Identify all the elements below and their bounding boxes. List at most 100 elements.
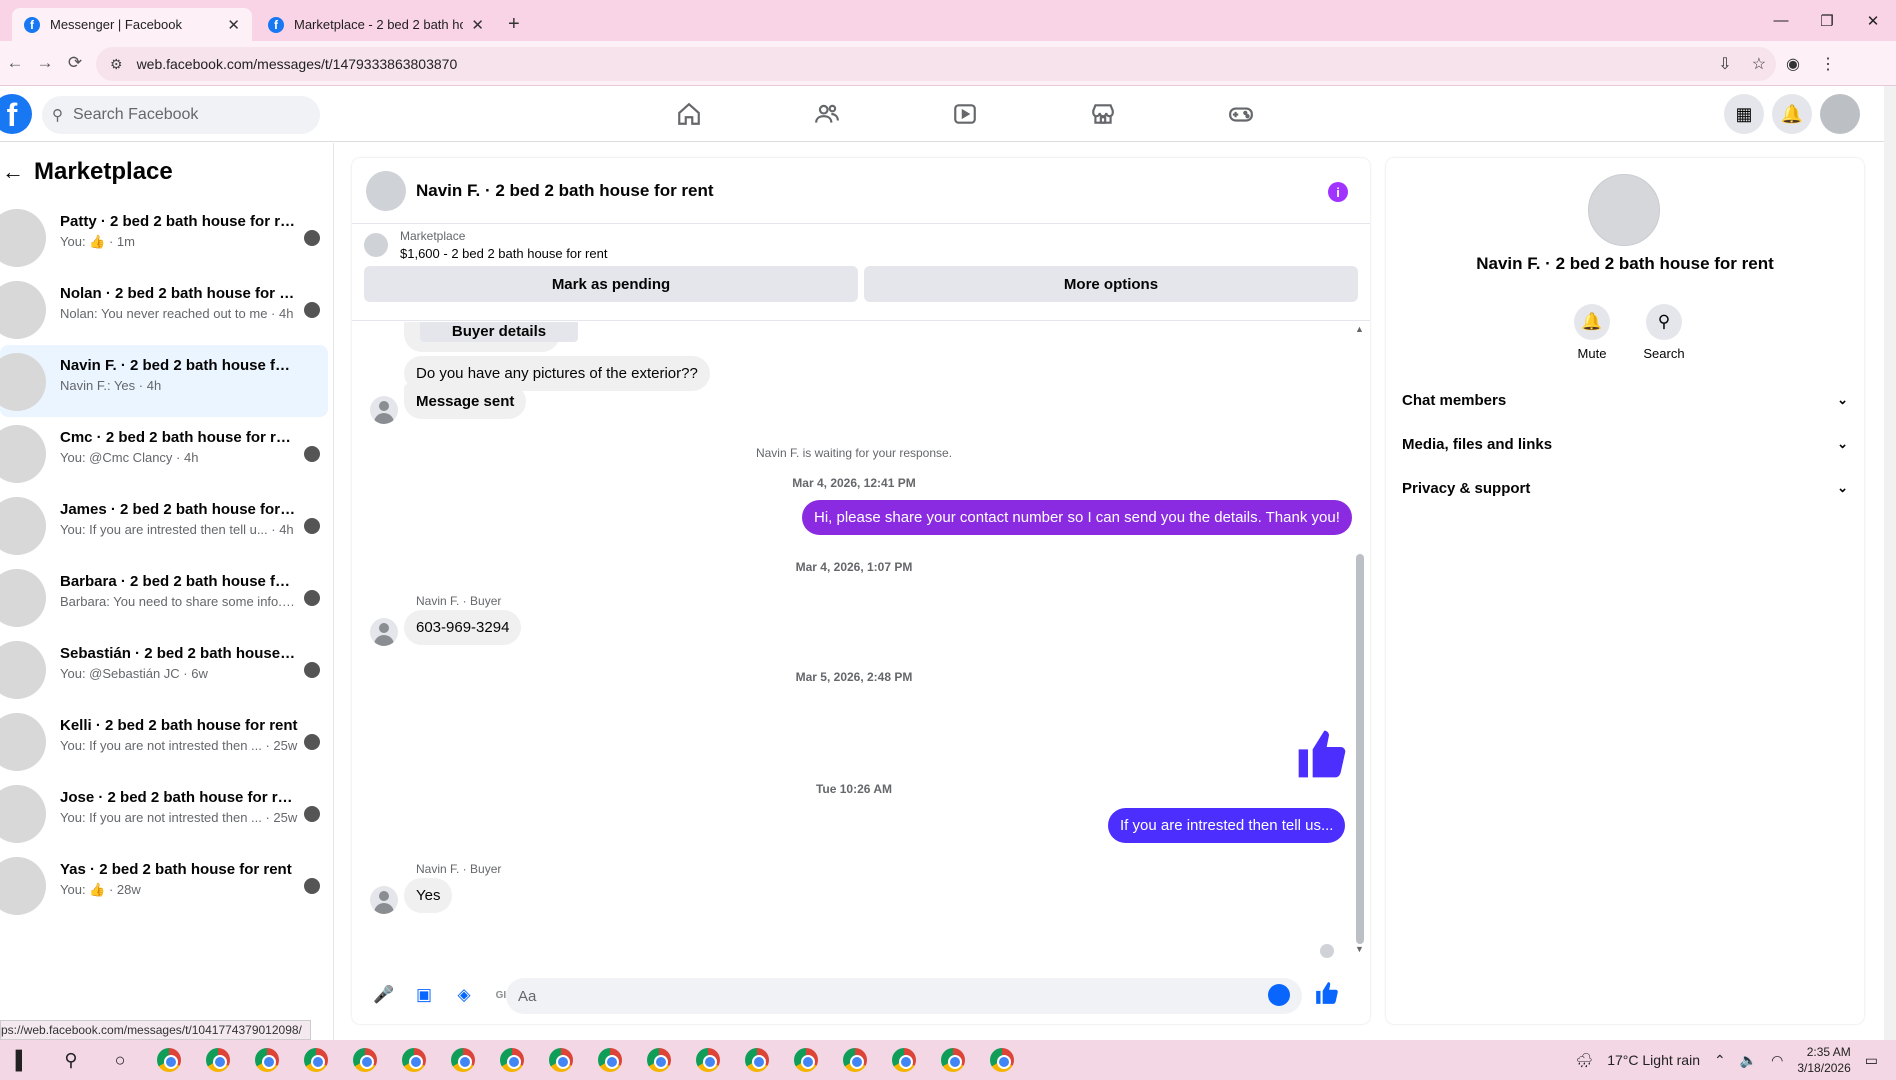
nav-marketplace-icon[interactable] — [1034, 86, 1172, 142]
facebook-logo-icon[interactable]: f — [0, 94, 32, 134]
back-arrow-icon[interactable]: ← — [0, 159, 24, 185]
weather-icon[interactable]: 🌧 — [1575, 1052, 1593, 1069]
buyer-details-button[interactable]: Buyer details — [420, 322, 578, 342]
chrome-taskbar-icon[interactable] — [643, 1044, 675, 1076]
photo-icon[interactable]: ▣ — [406, 977, 442, 1013]
weather-text[interactable]: 17°C Light rain — [1607, 1052, 1700, 1068]
chrome-taskbar-icon[interactable] — [692, 1044, 724, 1076]
chrome-taskbar-icon[interactable] — [251, 1044, 283, 1076]
wifi-icon[interactable]: ◠ — [1771, 1052, 1783, 1069]
conversation-item[interactable]: James · 2 bed 2 bath house for r... You: … — [0, 489, 328, 561]
chrome-taskbar-icon[interactable] — [839, 1044, 871, 1076]
back-arrow-icon[interactable]: ← — [0, 53, 30, 73]
chrome-taskbar-icon[interactable] — [153, 1044, 185, 1076]
conversation-texts: Cmc · 2 bed 2 bath house for rent You: @C… — [60, 429, 300, 465]
media-files-links-section[interactable]: Media, files and links ⌄ — [1402, 426, 1848, 462]
conversation-info-panel: Navin F. · 2 bed 2 bath house for rent 🔔… — [1386, 158, 1864, 1024]
nav-video-icon[interactable] — [896, 86, 1034, 142]
menu-grid-icon[interactable]: ▦ — [1724, 94, 1764, 134]
avatar — [370, 618, 398, 646]
scroll-down-icon[interactable]: ▼ — [1355, 944, 1364, 954]
message-thread[interactable]: Buyer details Do you have any pictures o… — [352, 322, 1356, 962]
tab-marketplace[interactable]: f Marketplace - 2 bed 2 bath hou ✕ — [256, 8, 496, 41]
mute-button[interactable]: 🔔 Mute — [1570, 304, 1614, 361]
chrome-taskbar-icon[interactable] — [741, 1044, 773, 1076]
chrome-taskbar-icon[interactable] — [349, 1044, 381, 1076]
conversation-item[interactable]: Kelli · 2 bed 2 bath house for rent You: … — [0, 705, 328, 777]
message-sent-bubble[interactable]: Message sent — [404, 384, 527, 419]
minimize-icon[interactable]: — — [1758, 12, 1804, 29]
tab-messenger[interactable]: f Messenger | Facebook ✕ — [12, 8, 252, 41]
site-info-icon[interactable]: ⚙ — [110, 56, 123, 73]
facebook-search-input[interactable]: ⚲ Search Facebook — [42, 96, 320, 134]
mark-as-pending-button[interactable]: Mark as pending — [364, 266, 858, 302]
chrome-taskbar-icon[interactable] — [496, 1044, 528, 1076]
section-label: Chat members — [1402, 391, 1507, 409]
close-tab-icon[interactable]: ✕ — [471, 16, 484, 34]
more-options-button[interactable]: More options — [864, 266, 1358, 302]
close-tab-icon[interactable]: ✕ — [227, 16, 240, 34]
chat-scrollbar[interactable]: ▲ ▼ — [1355, 324, 1364, 954]
page-scrollbar[interactable] — [1884, 86, 1896, 1040]
conversation-item[interactable]: Cmc · 2 bed 2 bath house for rent You: @C… — [0, 417, 328, 489]
chat-members-section[interactable]: Chat members ⌄ — [1402, 382, 1848, 418]
nav-home-icon[interactable] — [620, 86, 758, 142]
new-tab-icon[interactable]: + — [508, 8, 520, 41]
emoji-icon[interactable] — [1268, 984, 1290, 1006]
send-like-icon[interactable] — [1314, 980, 1340, 1006]
chrome-taskbar-icon[interactable] — [888, 1044, 920, 1076]
chrome-taskbar-icon[interactable] — [545, 1044, 577, 1076]
search-button[interactable]: ⚲ Search — [1642, 304, 1686, 361]
maximize-icon[interactable]: ❐ — [1804, 12, 1850, 30]
avatar[interactable] — [366, 170, 406, 211]
message-bubble-outgoing[interactable]: Hi, please share your contact number so … — [802, 500, 1352, 535]
info-icon[interactable]: i — [1328, 182, 1348, 202]
nav-gaming-icon[interactable] — [1172, 86, 1310, 142]
search-icon[interactable]: ⚲ — [55, 1044, 87, 1076]
conversation-item[interactable]: Yas · 2 bed 2 bath house for rent You: 👍 … — [0, 849, 328, 921]
message-bubble-incoming[interactable]: Yes — [404, 878, 453, 913]
chrome-taskbar-icon[interactable] — [986, 1044, 1018, 1076]
url-field[interactable]: ⚙ web.facebook.com/messages/t/1479333863… — [96, 47, 1776, 81]
chrome-taskbar-icon[interactable] — [202, 1044, 234, 1076]
microphone-icon[interactable]: 🎤 — [366, 977, 402, 1013]
chrome-taskbar-icon[interactable] — [447, 1044, 479, 1076]
account-avatar[interactable] — [1820, 94, 1860, 134]
chrome-taskbar-icon[interactable] — [398, 1044, 430, 1076]
conversation-item[interactable]: Nolan · 2 bed 2 bath house for rent Nolan… — [0, 273, 328, 345]
notifications-bell-icon[interactable]: 🔔 — [1772, 94, 1812, 134]
scrollbar-thumb[interactable] — [1356, 554, 1364, 944]
conversation-item[interactable]: Jose · 2 bed 2 bath house for rent You: I… — [0, 777, 328, 849]
conversation-item[interactable]: Sebastián · 2 bed 2 bath house f... You: … — [0, 633, 328, 705]
search-placeholder: Search Facebook — [73, 106, 199, 123]
chevron-up-icon[interactable]: ⌃ — [1714, 1052, 1726, 1069]
reload-icon[interactable]: ⟳ — [60, 53, 90, 73]
chat-title[interactable]: Navin F. · 2 bed 2 bath house for rent — [416, 181, 714, 201]
bookmark-star-icon[interactable]: ☆ — [1752, 54, 1766, 74]
volume-icon[interactable]: 🔈 — [1740, 1052, 1757, 1069]
conversation-item[interactable]: Patty · 2 bed 2 bath house for re... You:… — [0, 201, 328, 273]
window-close-icon[interactable]: ✕ — [1850, 12, 1896, 30]
chrome-taskbar-icon[interactable] — [790, 1044, 822, 1076]
conversation-item[interactable]: Barbara · 2 bed 2 bath house for r... Bar… — [0, 561, 328, 633]
forward-arrow-icon[interactable]: → — [30, 53, 60, 73]
install-app-icon[interactable]: ⇩ — [1718, 54, 1731, 74]
privacy-support-section[interactable]: Privacy & support ⌄ — [1402, 470, 1848, 506]
scroll-up-icon[interactable]: ▲ — [1355, 324, 1364, 334]
sticker-icon[interactable]: ◈ — [446, 977, 482, 1013]
kebab-menu-icon[interactable]: ⋮ — [1820, 54, 1836, 74]
conversation-item[interactable]: Navin F. · 2 bed 2 bath house for r... Na… — [0, 345, 328, 417]
notification-center-icon[interactable]: ▭ — [1865, 1052, 1878, 1069]
message-bubble-incoming[interactable]: 603-969-3294 — [404, 610, 522, 645]
start-icon[interactable]: ▌ — [6, 1044, 38, 1076]
chrome-taskbar-icon[interactable] — [300, 1044, 332, 1076]
nav-friends-icon[interactable] — [758, 86, 896, 142]
chrome-taskbar-icon[interactable] — [594, 1044, 626, 1076]
chrome-taskbar-icon[interactable] — [937, 1044, 969, 1076]
profile-icon[interactable]: ◉ — [1786, 54, 1800, 74]
message-input[interactable]: Aa — [506, 978, 1302, 1014]
clock[interactable]: 2:35 AM 3/18/2026 — [1797, 1044, 1850, 1076]
task-view-icon[interactable]: ○ — [104, 1044, 136, 1076]
message-bubble-outgoing[interactable]: If you are intrested then tell us... — [1108, 808, 1346, 843]
listing-bar[interactable]: Marketplace $1,600 - 2 bed 2 bath house … — [352, 224, 1370, 266]
